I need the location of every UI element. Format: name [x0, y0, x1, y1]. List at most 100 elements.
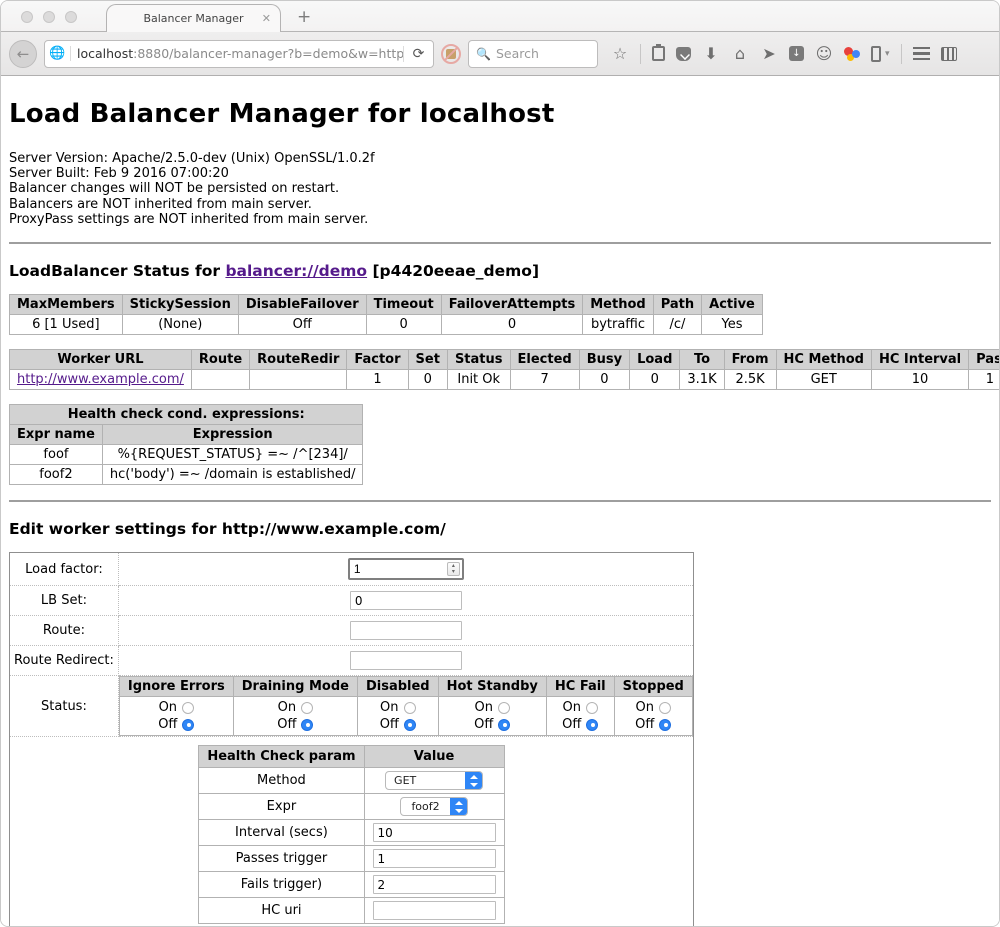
navigation-toolbar: ← 🌐 localhost:8880/balancer-manager?b=de… — [1, 32, 999, 76]
search-placeholder: Search — [496, 46, 539, 61]
fails-input[interactable] — [373, 875, 496, 894]
close-window-button[interactable] — [21, 11, 33, 23]
downloads-icon[interactable]: ⬇ — [702, 46, 720, 62]
toolbar-divider — [901, 44, 902, 64]
route-redirect-input[interactable] — [350, 651, 462, 670]
pocket-icon[interactable] — [676, 47, 691, 61]
balancer-status-heading: LoadBalancer Status for balancer://demo … — [9, 262, 991, 280]
server-version-line: Server Version: Apache/2.5.0-dev (Unix) … — [9, 151, 991, 166]
ignore-errors-off-radio[interactable] — [182, 719, 194, 731]
globe-icon: 🌐 — [45, 46, 71, 61]
lb-set-input[interactable] — [350, 591, 462, 610]
stopped-radios: On Off — [614, 697, 692, 736]
proxypass-notice-line: ProxyPass settings are NOT inherited fro… — [9, 212, 991, 227]
edit-worker-form: Load factor: ▴▾ LB Set: Route: Route Red… — [9, 552, 694, 926]
route-redirect-row: Route Redirect: — [10, 646, 694, 676]
server-built-line: Server Built: Feb 9 2016 07:00:20 — [9, 166, 991, 181]
reading-list-icon[interactable] — [652, 46, 665, 61]
health-check-expressions-table: Health check cond. expressions: Expr nam… — [9, 404, 363, 485]
status-header-row: Ignore Errors Draining Mode Disabled Hot… — [119, 677, 692, 697]
page-content: Load Balancer Manager for localhost Serv… — [1, 76, 999, 926]
passes-input[interactable] — [373, 849, 496, 868]
route-input[interactable] — [350, 621, 462, 640]
table-row: 6 [1 Used] (None) Off 0 0 bytraffic /c/ … — [10, 315, 763, 335]
hc-uri-input[interactable] — [373, 901, 496, 920]
chevron-down-icon[interactable]: ▾ — [885, 49, 890, 59]
balancer-link[interactable]: balancer://demo — [225, 262, 367, 280]
health-check-param-table: Health Check param Value Method GET — [198, 745, 504, 924]
grid-extension-icon[interactable] — [941, 47, 957, 61]
bookmark-star-icon[interactable]: ☆ — [611, 46, 629, 62]
table-header-row: Expr name Expression — [10, 425, 363, 445]
edit-worker-heading: Edit worker settings for http://www.exam… — [9, 520, 991, 538]
expr-select[interactable]: foof2 — [400, 797, 468, 816]
url-bar[interactable]: 🌐 localhost:8880/balancer-manager?b=demo… — [44, 40, 434, 68]
divider — [9, 500, 991, 502]
interval-label: Interval (secs) — [199, 820, 364, 846]
lb-set-row: LB Set: — [10, 586, 694, 616]
device-icon[interactable] — [871, 46, 881, 62]
url-text[interactable]: localhost:8880/balancer-manager?b=demo&w… — [71, 46, 403, 61]
browser-window: Balancer Manager ✕ + ← 🌐 localhost:8880/… — [0, 0, 1000, 927]
route-label: Route: — [10, 616, 119, 646]
tab-close-icon[interactable]: ✕ — [262, 12, 271, 25]
save-page-icon[interactable]: ↓ — [789, 46, 804, 61]
method-select[interactable]: GET — [385, 771, 483, 790]
worker-status-table: Worker URL Route RouteRedir Factor Set S… — [9, 349, 999, 390]
reload-button[interactable]: ⟳ — [403, 46, 433, 62]
method-label: Method — [199, 768, 364, 794]
persist-notice-line: Balancer changes will NOT be persisted o… — [9, 181, 991, 196]
status-label: Status: — [10, 676, 119, 737]
stopped-off-radio[interactable] — [659, 719, 671, 731]
number-spinner-icon[interactable]: ▴▾ — [447, 562, 460, 576]
select-arrows-icon — [450, 797, 467, 816]
content-blocked-icon[interactable] — [441, 44, 461, 64]
menu-icon[interactable] — [913, 47, 930, 60]
inherit-notice-line: Balancers are NOT inherited from main se… — [9, 197, 991, 212]
ignore-errors-on-radio[interactable] — [182, 702, 194, 714]
load-factor-input[interactable]: ▴▾ — [348, 558, 464, 580]
search-field[interactable]: 🔍 Search — [468, 40, 598, 68]
load-factor-label: Load factor: — [10, 553, 119, 586]
table-header-row: MaxMembers StickySession DisableFailover… — [10, 295, 763, 315]
disabled-off-radio[interactable] — [404, 719, 416, 731]
lb-set-label: LB Set: — [10, 586, 119, 616]
ignore-errors-radios: On Off — [119, 697, 233, 736]
extension-colordots-icon[interactable] — [844, 46, 860, 62]
minimize-window-button[interactable] — [43, 11, 55, 23]
expr-row: foof2 hc('body') =~ /domain is establish… — [10, 465, 363, 485]
hc-uri-label: HC uri — [199, 898, 364, 924]
back-button[interactable]: ← — [9, 40, 37, 68]
search-icon: 🔍 — [476, 47, 491, 61]
select-arrows-icon — [465, 771, 482, 790]
window-controls[interactable] — [21, 11, 77, 23]
status-radio-table: Ignore Errors Draining Mode Disabled Hot… — [119, 676, 693, 736]
load-factor-row: Load factor: ▴▾ — [10, 553, 694, 586]
send-tab-icon[interactable]: ➤ — [760, 46, 778, 62]
balancer-status-table: MaxMembers StickySession DisableFailover… — [9, 294, 763, 335]
chat-icon[interactable]: ☺ — [815, 46, 833, 62]
hot-standby-radios: On Off — [438, 697, 546, 736]
toolbar-divider — [640, 44, 641, 64]
expr-row: foof %{REQUEST_STATUS} =~ /^[234]/ — [10, 445, 363, 465]
interval-input[interactable] — [373, 823, 496, 842]
worker-url-link[interactable]: http://www.example.com/ — [17, 372, 184, 387]
stopped-on-radio[interactable] — [659, 702, 671, 714]
hc-fail-on-radio[interactable] — [586, 702, 598, 714]
status-radio-row: On Off On Off On Off — [119, 697, 692, 736]
table-header-row: Worker URL Route RouteRedir Factor Set S… — [10, 350, 1000, 370]
disabled-on-radio[interactable] — [404, 702, 416, 714]
disabled-radios: On Off — [357, 697, 438, 736]
browser-tab[interactable]: Balancer Manager ✕ — [106, 4, 281, 32]
table-header-row: Health Check param Value — [199, 746, 504, 768]
zoom-window-button[interactable] — [65, 11, 77, 23]
hc-fail-off-radio[interactable] — [586, 719, 598, 731]
home-icon[interactable]: ⌂ — [731, 46, 749, 62]
hot-standby-on-radio[interactable] — [498, 702, 510, 714]
health-check-params-row: Health Check param Value Method GET — [10, 737, 694, 926]
new-tab-button[interactable]: + — [297, 7, 311, 27]
expr-label: Expr — [199, 794, 364, 820]
draining-mode-off-radio[interactable] — [301, 719, 313, 731]
hot-standby-off-radio[interactable] — [498, 719, 510, 731]
draining-mode-on-radio[interactable] — [301, 702, 313, 714]
